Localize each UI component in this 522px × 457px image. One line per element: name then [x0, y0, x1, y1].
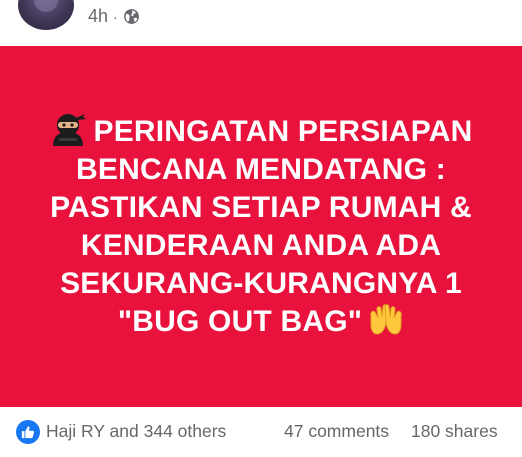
post-meta: 4h ·: [88, 6, 140, 27]
post-time[interactable]: 4h: [88, 6, 108, 27]
post-line-1: PERINGATAN PERSIAPAN: [26, 112, 496, 151]
post-line-4: KENDERAAN ANDA ADA: [80, 229, 442, 262]
reactions-summary[interactable]: Haji RY and 344 others: [46, 421, 226, 442]
post-footer: Haji RY and 344 others 47 comments 180 s…: [0, 407, 522, 457]
raised-hands-icon: [370, 304, 402, 335]
shares-count[interactable]: 180 shares: [411, 421, 498, 442]
post-line-5: SEKURANG-KURANGNYA 1: [60, 267, 462, 300]
comments-count[interactable]: 47 comments: [284, 421, 389, 442]
post-line-6: "BUG OUT BAG": [26, 303, 496, 341]
ninja-icon: [53, 114, 87, 146]
meta-separator: ·: [113, 8, 118, 25]
like-icon[interactable]: [16, 420, 40, 444]
post-header: 4h ·: [0, 0, 522, 46]
globe-icon[interactable]: [123, 8, 140, 25]
post-line-2: BENCANA MENDATANG :: [76, 153, 446, 186]
thumbs-up-icon: [21, 426, 35, 439]
post-content-card[interactable]: PERINGATAN PERSIAPAN BENCANA MENDATANG :…: [0, 46, 522, 407]
post-text: PERINGATAN PERSIAPAN BENCANA MENDATANG :…: [26, 112, 496, 341]
avatar[interactable]: [18, 0, 74, 30]
post-line-3: PASTIKAN SETIAP RUMAH &: [50, 191, 472, 224]
